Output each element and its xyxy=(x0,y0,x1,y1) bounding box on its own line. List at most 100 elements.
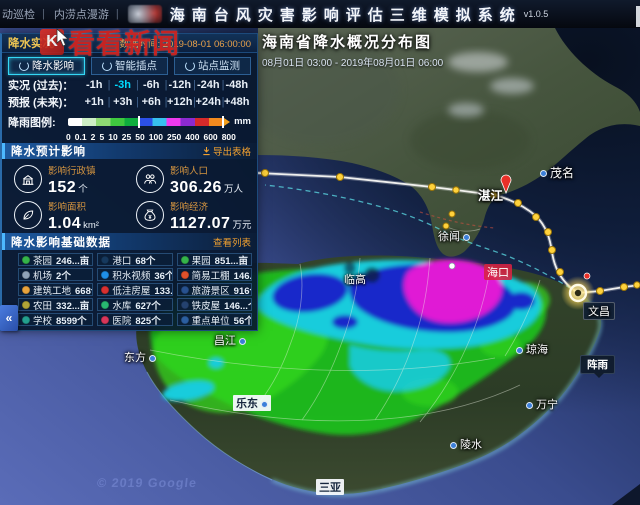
topbar: 动巡检 | 内涝点漫游 | 海南台风灾害影响评估三维模拟系统 v1.0.5 xyxy=(0,0,640,28)
base-item-tin-house[interactable]: 铁皮屋146...个 xyxy=(177,298,252,311)
impact-stats: 影响行政镇152个 影响人口306.26万人 影响面积1.04km² 影响经济1… xyxy=(2,159,257,231)
mode-button-station-monitor[interactable]: 站点监测 xyxy=(174,57,251,75)
city-label-maoming[interactable]: 茂名 xyxy=(540,164,574,181)
future-option-6h[interactable]: +6h xyxy=(137,96,166,108)
base-item-flood-video[interactable]: 积水视频36个 xyxy=(97,268,172,281)
city-label-changjiang[interactable]: 昌江 xyxy=(214,332,246,348)
mode-button-rain-impact[interactable]: 降水影响 xyxy=(8,57,85,75)
app-title: 海南台风灾害影响评估三维模拟系统 xyxy=(170,4,522,25)
topbar-nav-waterlogging-roam[interactable]: 内涝点漫游 xyxy=(54,6,109,22)
base-item-tea-garden[interactable]: 茶园246...亩 xyxy=(18,253,93,266)
base-data-grid: 茶园246...亩 港口68个 果园851...亩 机场2个 积水视频36个 简… xyxy=(2,250,257,330)
future-option-48h[interactable]: +48h xyxy=(223,96,252,108)
past-option-24h[interactable]: -24h xyxy=(194,79,223,91)
refresh-icon xyxy=(102,61,112,71)
economy-icon xyxy=(136,201,164,229)
city-label-zhanjiang[interactable]: 湛江 xyxy=(478,185,503,204)
map-title: 海南省降水概况分布图 xyxy=(262,31,443,52)
base-item-port[interactable]: 港口68个 xyxy=(97,253,172,266)
hospital-icon xyxy=(101,316,109,324)
stat-towns: 影响行政镇152个 xyxy=(14,161,136,197)
panel-collapse-button[interactable]: « xyxy=(0,305,18,331)
past-option-48h[interactable]: -48h xyxy=(223,79,252,91)
impact-section-header: 降水预计影响 导出表格 xyxy=(2,143,257,160)
future-option-3h[interactable]: +3h xyxy=(109,96,138,108)
town-icon xyxy=(14,165,42,193)
base-item-shed[interactable]: 简易工棚146...个 xyxy=(177,268,252,281)
base-item-lowland-house[interactable]: 低洼房屋133...个 xyxy=(97,283,172,296)
past-option-1h[interactable]: -1h xyxy=(80,79,109,91)
stat-population: 影响人口306.26万人 xyxy=(136,161,257,197)
future-option-12h[interactable]: +12h xyxy=(166,96,195,108)
area-icon xyxy=(14,201,42,229)
export-icon xyxy=(202,146,211,156)
base-item-reservoir[interactable]: 水库627个 xyxy=(97,298,172,311)
scenic-icon xyxy=(181,286,189,294)
map-time-range: 08月01日 03:00 - 2019年08月01日 06:00 xyxy=(262,54,443,69)
past-option-6h[interactable]: -6h xyxy=(137,79,166,91)
city-label-ledong[interactable]: 乐东 xyxy=(233,395,271,411)
map-title-block: 海南省降水概况分布图 08月01日 03:00 - 2019年08月01日 06… xyxy=(262,31,443,69)
app-logo xyxy=(128,5,162,23)
city-label-wanning[interactable]: 万宁 xyxy=(526,396,558,412)
city-label-lingshui[interactable]: 陵水 xyxy=(450,436,482,452)
base-item-airport[interactable]: 机场2个 xyxy=(18,268,93,281)
city-label-qionghai[interactable]: 琼海 xyxy=(516,341,548,357)
past-option-12h[interactable]: -12h xyxy=(166,79,195,91)
panel-header: 降水实况 数据时间: 2019-08-01 06:00:00 xyxy=(2,34,257,53)
base-item-orchard[interactable]: 果园851...亩 xyxy=(177,253,252,266)
past-label: 实况 (过去)： xyxy=(8,77,80,93)
shed-icon xyxy=(181,271,189,279)
tin-house-icon xyxy=(181,301,189,309)
future-option-24h[interactable]: +24h xyxy=(194,96,223,108)
base-item-school[interactable]: 学校8599个 xyxy=(18,313,93,326)
mode-button-smart-interp[interactable]: 智能插点 xyxy=(91,57,168,75)
data-timestamp: 数据时间: 2019-08-01 06:00:00 xyxy=(120,36,252,50)
key-unit-icon xyxy=(181,316,189,324)
future-label: 预报 (未来)： xyxy=(8,94,80,110)
legend-unit: mm xyxy=(234,116,251,127)
mode-buttons: 降水影响 智能插点 站点监测 xyxy=(2,53,257,75)
construction-icon xyxy=(22,286,30,294)
base-item-farmland[interactable]: 农田332...亩 xyxy=(18,298,93,311)
map-copyright: © 2019 Google xyxy=(96,476,198,490)
airport-icon xyxy=(22,271,30,279)
rainfall-panel: 降水实况 数据时间: 2019-08-01 06:00:00 降水影响 智能插点… xyxy=(0,33,258,331)
city-label-haikou[interactable]: 海口 xyxy=(484,264,512,280)
weather-tooltip: 阵雨 xyxy=(580,355,615,374)
house-icon xyxy=(101,286,109,294)
past-option-3h[interactable]: -3h xyxy=(109,79,138,91)
base-item-hospital[interactable]: 医院825个 xyxy=(97,313,172,326)
population-icon xyxy=(136,165,164,193)
orchard-icon xyxy=(181,256,189,264)
topbar-edge-sliver xyxy=(636,6,640,27)
base-item-key-unit[interactable]: 重点单位56个 xyxy=(177,313,252,326)
school-icon xyxy=(22,316,30,324)
export-table-link[interactable]: 导出表格 xyxy=(202,144,251,158)
view-list-link[interactable]: 查看列表 xyxy=(213,235,251,249)
future-time-row: 预报 (未来)： +1h +3h +6h +12h +24h +48h xyxy=(2,93,257,111)
city-label-dongfang[interactable]: 东方 xyxy=(124,349,156,365)
city-label-wenchang[interactable]: 文昌 xyxy=(583,302,615,320)
base-item-scenic-area[interactable]: 旅游景区916个 xyxy=(177,283,252,296)
tea-garden-icon xyxy=(22,256,30,264)
port-marker[interactable] xyxy=(449,263,455,269)
tab-rainfall-live[interactable]: 降水实况 xyxy=(8,35,65,51)
city-label-lingao[interactable]: 临高 xyxy=(344,271,366,287)
base-data-section-header: 降水影响基础数据 查看列表 xyxy=(2,233,257,250)
app-version: v1.0.5 xyxy=(524,9,549,19)
base-data-section-title: 降水影响基础数据 xyxy=(11,234,111,250)
topbar-separator: | xyxy=(42,8,45,20)
city-label-sanya[interactable]: 三亚 xyxy=(316,479,344,495)
farmland-icon xyxy=(22,301,30,309)
port-icon xyxy=(101,256,109,264)
legend-colorbar xyxy=(68,118,223,126)
topbar-separator: | xyxy=(116,8,119,20)
base-item-construction-site[interactable]: 建筑工地668个 xyxy=(18,283,93,296)
topbar-nav-patrol[interactable]: 动巡检 xyxy=(2,6,35,22)
refresh-icon xyxy=(19,61,29,71)
city-label-xuwen[interactable]: 徐闻 xyxy=(438,228,470,244)
future-option-1h[interactable]: +1h xyxy=(80,96,109,108)
reservoir-icon xyxy=(101,301,109,309)
app-screen: 海南省降水概况分布图 08月01日 03:00 - 2019年08月01日 06… xyxy=(0,0,640,505)
